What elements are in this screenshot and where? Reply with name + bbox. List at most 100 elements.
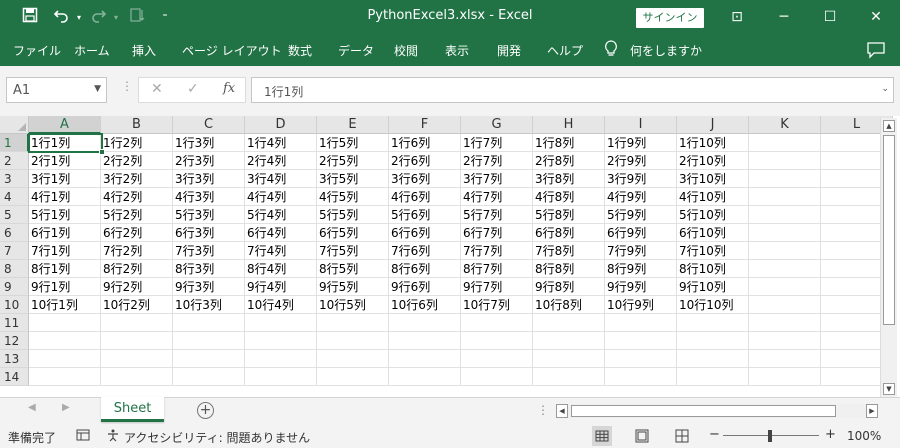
maximize-icon[interactable]: ☐ — [815, 4, 845, 30]
horizontal-scrollbar[interactable]: ◀ ▶ — [556, 404, 878, 418]
row-header-1[interactable]: 1 — [0, 134, 29, 152]
cell-j4[interactable]: 4行10列 — [677, 188, 749, 206]
row-header-14[interactable]: 14 — [0, 368, 29, 386]
cell-a7[interactable]: 7行1列 — [29, 242, 101, 260]
cell-g12[interactable] — [461, 332, 533, 350]
row-header-5[interactable]: 5 — [0, 206, 29, 224]
cell-f7[interactable]: 7行6列 — [389, 242, 461, 260]
cell-e12[interactable] — [317, 332, 389, 350]
cell-k11[interactable] — [749, 314, 821, 332]
cell-c5[interactable]: 5行3列 — [173, 206, 245, 224]
cell-b7[interactable]: 7行2列 — [101, 242, 173, 260]
cell-b4[interactable]: 4行2列 — [101, 188, 173, 206]
cell-i2[interactable]: 2行9列 — [605, 152, 677, 170]
cell-j1[interactable]: 1行10列 — [677, 134, 749, 152]
cell-e1[interactable]: 1行5列 — [317, 134, 389, 152]
cell-g2[interactable]: 2行7列 — [461, 152, 533, 170]
cell-e11[interactable] — [317, 314, 389, 332]
cell-j13[interactable] — [677, 350, 749, 368]
cell-i14[interactable] — [605, 368, 677, 386]
cell-c10[interactable]: 10行3列 — [173, 296, 245, 314]
cell-f14[interactable] — [389, 368, 461, 386]
cell-g14[interactable] — [461, 368, 533, 386]
name-box[interactable]: A1 ▼ — [6, 77, 107, 103]
cell-e9[interactable]: 9行5列 — [317, 278, 389, 296]
cell-f4[interactable]: 4行6列 — [389, 188, 461, 206]
cell-g5[interactable]: 5行7列 — [461, 206, 533, 224]
cell-i11[interactable] — [605, 314, 677, 332]
cell-j3[interactable]: 3行10列 — [677, 170, 749, 188]
cell-k9[interactable] — [749, 278, 821, 296]
cell-c2[interactable]: 2行3列 — [173, 152, 245, 170]
tab-data[interactable]: データ — [338, 42, 374, 59]
row-header-3[interactable]: 3 — [0, 170, 29, 188]
cell-k13[interactable] — [749, 350, 821, 368]
cell-d6[interactable]: 6行4列 — [245, 224, 317, 242]
cell-e2[interactable]: 2行5列 — [317, 152, 389, 170]
cell-c9[interactable]: 9行3列 — [173, 278, 245, 296]
row-header-2[interactable]: 2 — [0, 152, 29, 170]
cell-d5[interactable]: 5行4列 — [245, 206, 317, 224]
cell-d8[interactable]: 8行4列 — [245, 260, 317, 278]
cell-b2[interactable]: 2行2列 — [101, 152, 173, 170]
vertical-scroll-thumb[interactable] — [883, 135, 895, 325]
cell-b13[interactable] — [101, 350, 173, 368]
column-header-f[interactable]: F — [389, 116, 461, 134]
cell-c14[interactable] — [173, 368, 245, 386]
row-header-7[interactable]: 7 — [0, 242, 29, 260]
cell-f8[interactable]: 8行6列 — [389, 260, 461, 278]
column-header-b[interactable]: B — [101, 116, 173, 134]
row-header-10[interactable]: 10 — [0, 296, 29, 314]
splitter-icon[interactable]: ⋮ — [537, 403, 549, 417]
column-header-g[interactable]: G — [461, 116, 533, 134]
cell-g8[interactable]: 8行7列 — [461, 260, 533, 278]
cell-b11[interactable] — [101, 314, 173, 332]
cell-c4[interactable]: 4行3列 — [173, 188, 245, 206]
scroll-left-icon[interactable]: ◀ — [556, 404, 568, 418]
cell-f13[interactable] — [389, 350, 461, 368]
row-header-13[interactable]: 13 — [0, 350, 29, 368]
cell-k12[interactable] — [749, 332, 821, 350]
tab-review[interactable]: 校閲 — [394, 42, 418, 59]
cell-j2[interactable]: 2行10列 — [677, 152, 749, 170]
cell-b9[interactable]: 9行2列 — [101, 278, 173, 296]
cell-e8[interactable]: 8行5列 — [317, 260, 389, 278]
cell-c12[interactable] — [173, 332, 245, 350]
scroll-up-icon[interactable]: ▲ — [883, 120, 895, 132]
column-header-j[interactable]: J — [677, 116, 749, 134]
cell-i13[interactable] — [605, 350, 677, 368]
tell-me-search[interactable]: 何をしますか — [630, 42, 702, 59]
cell-k4[interactable] — [749, 188, 821, 206]
cell-d4[interactable]: 4行4列 — [245, 188, 317, 206]
cell-a9[interactable]: 9行1列 — [29, 278, 101, 296]
cell-c7[interactable]: 7行3列 — [173, 242, 245, 260]
cell-a6[interactable]: 6行1列 — [29, 224, 101, 242]
cell-g6[interactable]: 6行7列 — [461, 224, 533, 242]
cell-a13[interactable] — [29, 350, 101, 368]
cell-b14[interactable] — [101, 368, 173, 386]
column-header-k[interactable]: K — [749, 116, 821, 134]
column-header-a[interactable]: A — [29, 116, 101, 134]
cell-i8[interactable]: 8行9列 — [605, 260, 677, 278]
add-sheet-icon[interactable]: + — [197, 402, 214, 419]
cell-j6[interactable]: 6行10列 — [677, 224, 749, 242]
cell-i4[interactable]: 4行9列 — [605, 188, 677, 206]
cell-j10[interactable]: 10行10列 — [677, 296, 749, 314]
cell-a8[interactable]: 8行1列 — [29, 260, 101, 278]
cell-k8[interactable] — [749, 260, 821, 278]
column-header-e[interactable]: E — [317, 116, 389, 134]
cell-d3[interactable]: 3行4列 — [245, 170, 317, 188]
zoom-slider-knob[interactable] — [768, 430, 772, 442]
cell-h13[interactable] — [533, 350, 605, 368]
cell-g9[interactable]: 9行7列 — [461, 278, 533, 296]
page-break-view-icon[interactable] — [672, 426, 692, 446]
cell-j5[interactable]: 5行10列 — [677, 206, 749, 224]
cell-f2[interactable]: 2行6列 — [389, 152, 461, 170]
cell-d14[interactable] — [245, 368, 317, 386]
cell-b8[interactable]: 8行2列 — [101, 260, 173, 278]
cell-e6[interactable]: 6行5列 — [317, 224, 389, 242]
signin-button[interactable]: サインイン — [636, 8, 704, 28]
cell-c13[interactable] — [173, 350, 245, 368]
cell-g3[interactable]: 3行7列 — [461, 170, 533, 188]
cell-e7[interactable]: 7行5列 — [317, 242, 389, 260]
